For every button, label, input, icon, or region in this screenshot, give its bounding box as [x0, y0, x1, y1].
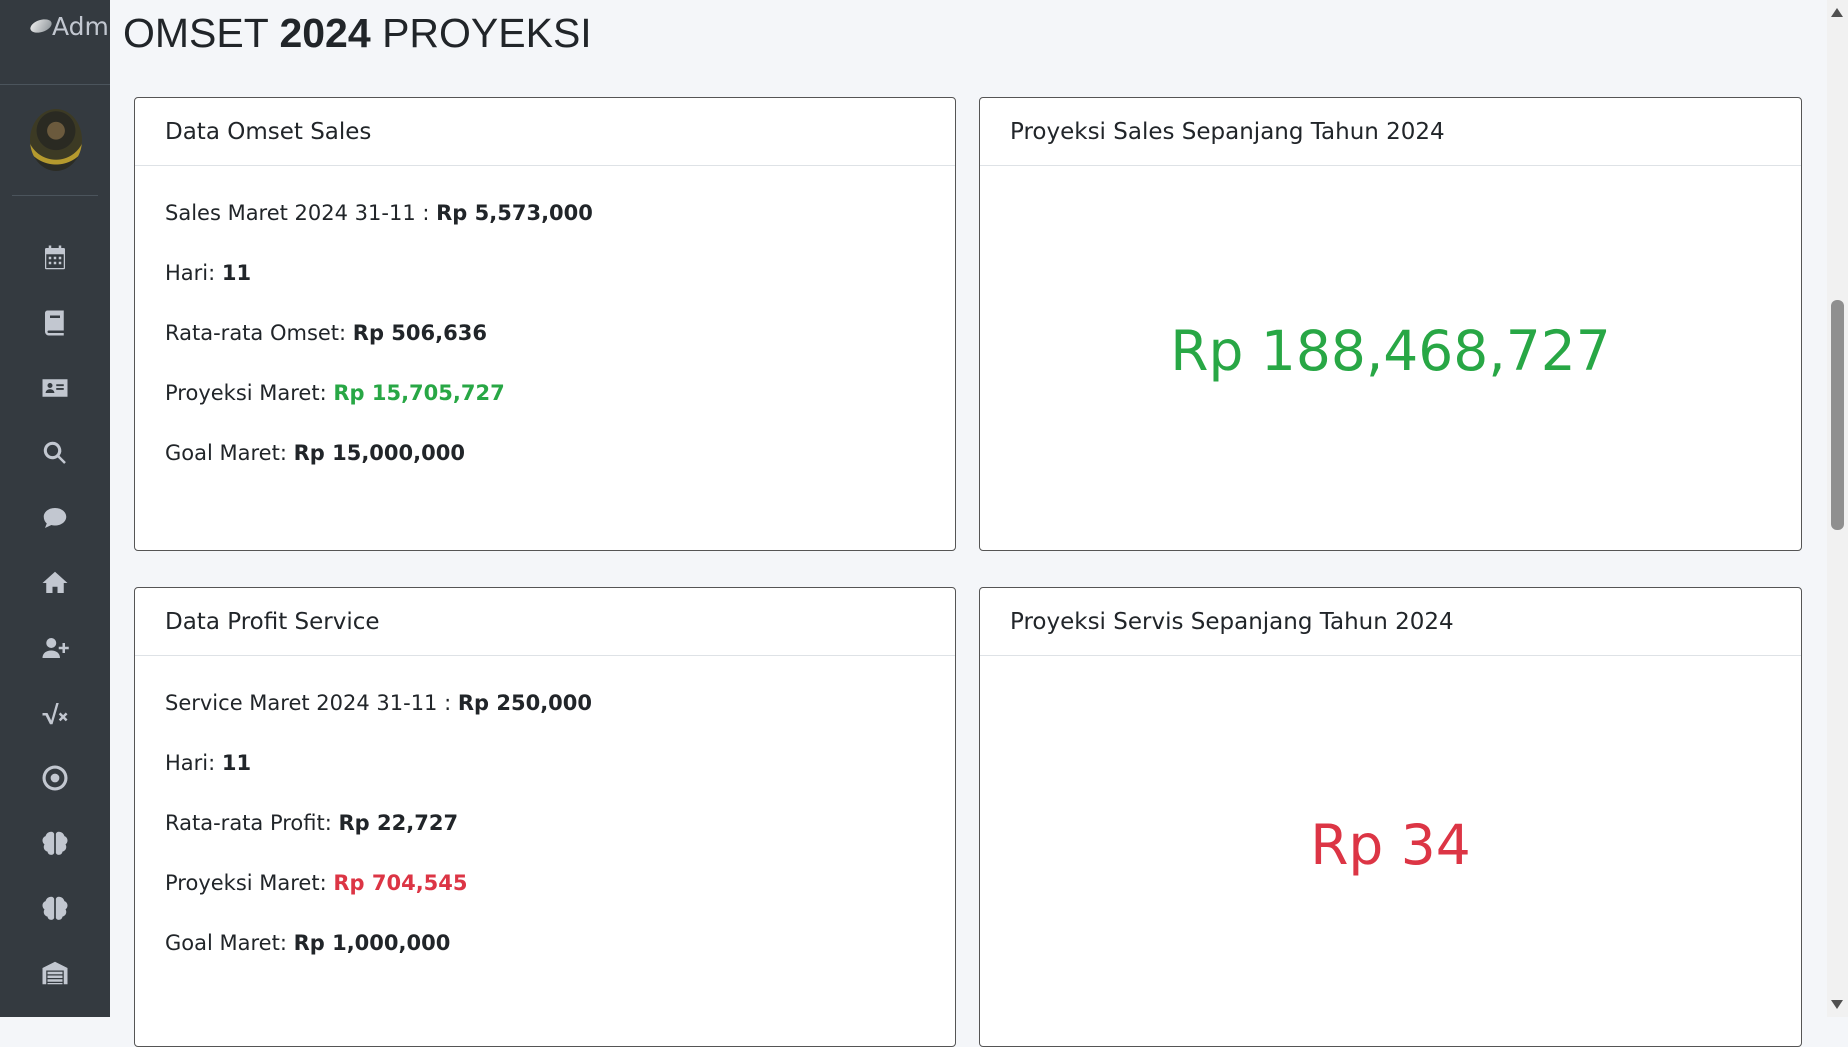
- vertical-scrollbar[interactable]: [1827, 0, 1848, 1017]
- card-title: Proyeksi Sales Sepanjang Tahun 2024: [980, 98, 1801, 166]
- nav-item-chat[interactable]: [0, 485, 110, 550]
- card-body: Service Maret 2024 31-11 : Rp 250,000 Ha…: [135, 656, 955, 990]
- projection-row: Proyeksi Maret: Rp 15,705,727: [165, 380, 925, 440]
- goal-row: Goal Maret: Rp 15,000,000: [165, 440, 925, 500]
- service-data-card: Data Profit Service Service Maret 2024 3…: [134, 587, 956, 1047]
- row-label: Proyeksi Maret:: [165, 871, 334, 895]
- page-title-year: 2024: [279, 10, 371, 56]
- page-title-prefix: OMSET: [123, 10, 269, 56]
- row-label: Hari:: [165, 261, 222, 285]
- nav-item-book[interactable]: [0, 290, 110, 355]
- card-title: Proyeksi Servis Sepanjang Tahun 2024: [980, 588, 1801, 656]
- nav-item-add-user[interactable]: [0, 615, 110, 680]
- days-row: Hari: 11: [165, 750, 925, 810]
- row-value: Rp 5,573,000: [436, 201, 593, 225]
- row-value: Rp 704,545: [333, 871, 468, 895]
- row-label: Proyeksi Maret:: [165, 381, 334, 405]
- home-icon: [42, 571, 68, 593]
- row-value: Rp 1,000,000: [293, 931, 451, 955]
- service-projection-card: Proyeksi Servis Sepanjang Tahun 2024 Rp …: [979, 587, 1802, 1047]
- sidebar-nav: [0, 225, 110, 1017]
- nav-item-id-card[interactable]: [0, 355, 110, 420]
- service-projection-value: Rp 34: [1310, 813, 1471, 877]
- sales-total-row: Sales Maret 2024 31-11 : Rp 5,573,000: [165, 200, 925, 260]
- projection-row: Proyeksi Maret: Rp 704,545: [165, 870, 925, 930]
- sales-projection-card: Proyeksi Sales Sepanjang Tahun 2024 Rp 1…: [979, 97, 1802, 551]
- row-value: 11: [221, 751, 252, 775]
- comment-icon: [43, 507, 67, 528]
- card-body: Sales Maret 2024 31-11 : Rp 5,573,000 Ha…: [135, 166, 955, 500]
- sales-data-card: Data Omset Sales Sales Maret 2024 31-11 …: [134, 97, 956, 551]
- row-value: Rp 15,000,000: [293, 441, 465, 465]
- row-value: Rp 15,705,727: [333, 381, 505, 405]
- nav-item-table[interactable]: [0, 1005, 110, 1017]
- sidebar: Adm: [0, 0, 110, 1017]
- page-title: OMSET 2024 PROYEKSI: [123, 10, 592, 57]
- user-plus-icon: [42, 637, 69, 658]
- row-value: Rp 250,000: [457, 691, 593, 715]
- nav-item-search[interactable]: [0, 420, 110, 485]
- user-panel: [12, 85, 98, 196]
- row-value: Rp 506,636: [352, 321, 487, 345]
- nav-item-brain-2[interactable]: [0, 875, 110, 940]
- warehouse-icon: [42, 961, 68, 984]
- average-row: Rata-rata Omset: Rp 506,636: [165, 320, 925, 380]
- scroll-thumb[interactable]: [1831, 300, 1844, 530]
- main-content: OMSET 2024 PROYEKSI Data Omset Sales Sal…: [110, 0, 1827, 1047]
- row-label: Goal Maret:: [165, 931, 294, 955]
- page-title-suffix: PROYEKSI: [382, 10, 592, 56]
- days-row: Hari: 11: [165, 260, 925, 320]
- search-icon: [43, 441, 66, 464]
- service-total-row: Service Maret 2024 31-11 : Rp 250,000: [165, 690, 925, 750]
- average-row: Rata-rata Profit: Rp 22,727: [165, 810, 925, 870]
- square-root-icon: [42, 702, 68, 724]
- row-value: Rp 22,727: [338, 811, 459, 835]
- row-value: 11: [221, 261, 252, 285]
- scroll-down-arrow-icon[interactable]: [1831, 1000, 1843, 1009]
- brain-icon: [42, 831, 68, 855]
- book-icon: [45, 310, 64, 335]
- avatar[interactable]: [30, 109, 82, 171]
- nav-item-warehouse[interactable]: [0, 940, 110, 1005]
- card-title: Data Omset Sales: [135, 98, 955, 166]
- brand-link[interactable]: Adm: [0, 0, 110, 85]
- brand-logo: [28, 16, 54, 36]
- row-label: Rata-rata Omset:: [165, 321, 353, 345]
- nav-item-calendar[interactable]: [0, 225, 110, 290]
- scroll-up-arrow-icon[interactable]: [1831, 8, 1843, 17]
- row-label: Service Maret 2024 31-11 :: [165, 691, 458, 715]
- nav-item-home[interactable]: [0, 550, 110, 615]
- row-label: Sales Maret 2024 31-11 :: [165, 201, 437, 225]
- id-card-icon: [42, 378, 68, 397]
- nav-item-brain-1[interactable]: [0, 810, 110, 875]
- goal-row: Goal Maret: Rp 1,000,000: [165, 930, 925, 990]
- brain-icon: [42, 896, 68, 920]
- nav-item-square-root[interactable]: [0, 680, 110, 745]
- nav-item-target[interactable]: [0, 745, 110, 810]
- row-label: Goal Maret:: [165, 441, 294, 465]
- row-label: Hari:: [165, 751, 222, 775]
- card-title: Data Profit Service: [135, 588, 955, 656]
- calendar-icon: [45, 245, 65, 269]
- sales-projection-value: Rp 188,468,727: [1170, 319, 1611, 383]
- target-icon: [42, 765, 68, 790]
- row-label: Rata-rata Profit:: [165, 811, 339, 835]
- brand-text: Adm: [52, 12, 109, 41]
